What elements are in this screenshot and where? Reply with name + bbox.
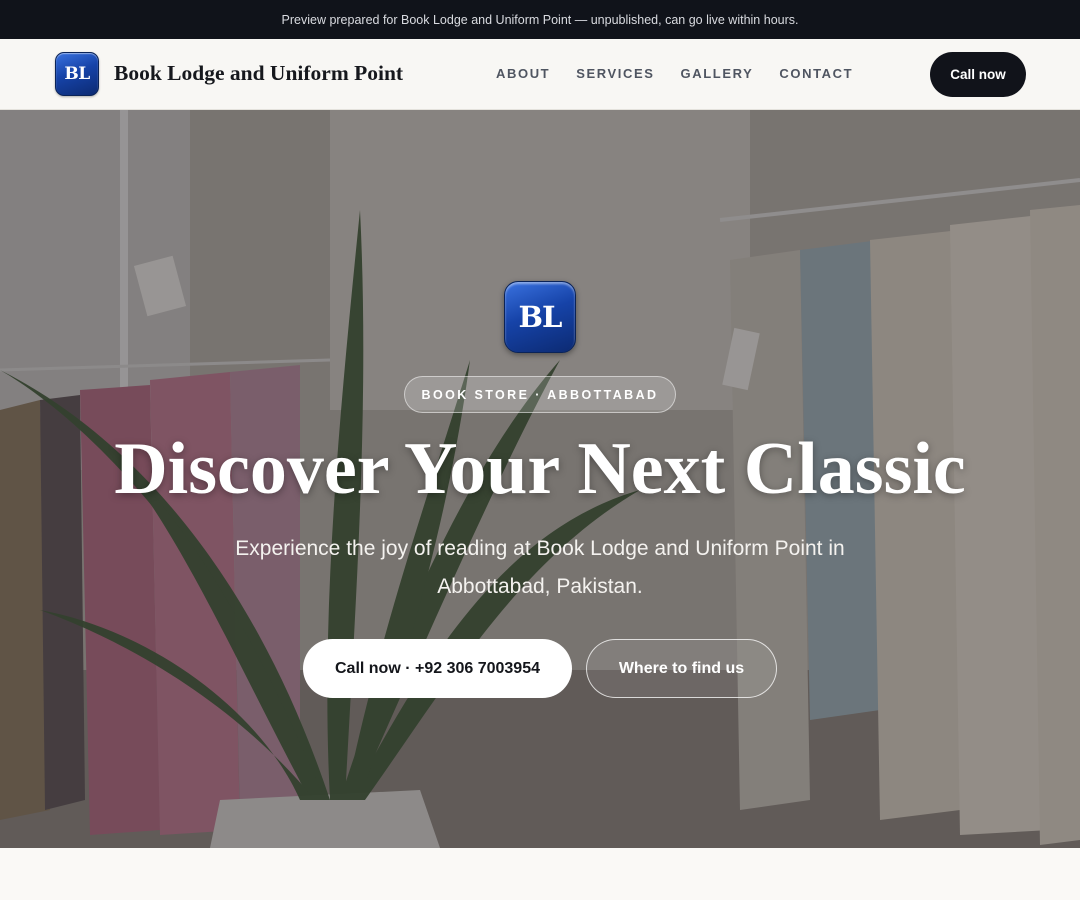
main-nav: ABOUT SERVICES GALLERY CONTACT (496, 66, 853, 81)
header-call-button[interactable]: Call now (930, 52, 1026, 97)
brand-name[interactable]: Book Lodge and Uniform Point (114, 61, 403, 86)
call-now-button[interactable]: Call now · +92 306 7003954 (303, 639, 572, 698)
brand-logo[interactable]: BL (55, 52, 99, 96)
hero-subtitle: Experience the joy of reading at Book Lo… (235, 537, 845, 598)
nav-about[interactable]: ABOUT (496, 66, 550, 81)
hero-section: BL BOOK STORE · ABBOTTABAD Discover Your… (0, 110, 1080, 848)
hero-logo: BL (504, 281, 576, 353)
nav-contact[interactable]: CONTACT (779, 66, 853, 81)
hero-title: Discover Your Next Classic (114, 428, 966, 510)
preview-notice-bar: Preview prepared for Book Lodge and Unif… (0, 0, 1080, 39)
nav-services[interactable]: SERVICES (576, 66, 654, 81)
preview-notice-text: Preview prepared for Book Lodge and Unif… (281, 12, 799, 27)
site-header: BL Book Lodge and Uniform Point ABOUT SE… (0, 39, 1080, 110)
category-badge: BOOK STORE · ABBOTTABAD (404, 376, 676, 413)
nav-gallery[interactable]: GALLERY (681, 66, 754, 81)
where-to-find-us-button[interactable]: Where to find us (586, 639, 777, 698)
